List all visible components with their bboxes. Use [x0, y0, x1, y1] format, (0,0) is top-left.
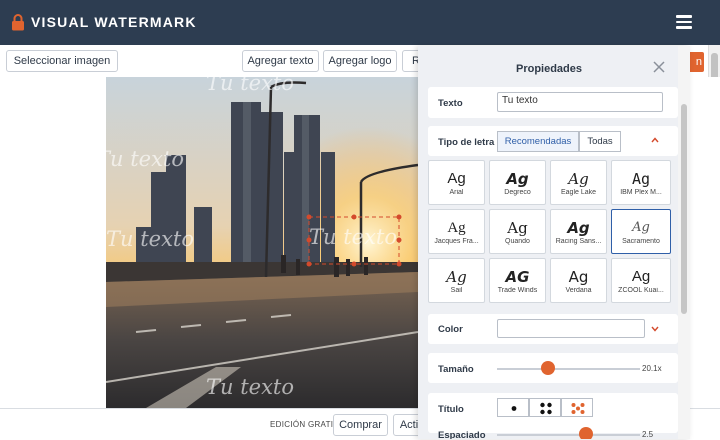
watermark-text[interactable]: Tu texto — [206, 375, 294, 399]
font-sample: Ag — [447, 220, 466, 236]
font-name: Verdana — [565, 287, 592, 294]
font-option-eagle-lake[interactable]: Ag Eagle Lake — [550, 160, 607, 205]
chevron-up-icon[interactable] — [651, 137, 659, 143]
chevron-down-icon[interactable] — [651, 326, 659, 332]
font-name: Sail — [450, 287, 463, 294]
four-dots-icon — [540, 402, 552, 415]
close-icon[interactable] — [652, 60, 666, 74]
watermark-text[interactable]: Tu texto — [106, 227, 194, 251]
font-grid: Ag Arial Ag Degreco Ag Eagle Lake Ag IBM… — [428, 160, 678, 308]
single-dot-button[interactable] — [497, 398, 529, 417]
menu-icon[interactable] — [676, 15, 692, 29]
font-name: Racing Sans... — [555, 238, 602, 245]
properties-panel: Propiedades Texto Tu texto Tipo de letra… — [418, 46, 690, 439]
size-slider-thumb[interactable] — [541, 361, 556, 375]
font-name: Eagle Lake — [560, 189, 597, 196]
title-card: Título Espaciado 2.5 — [428, 393, 678, 439]
panel-header: Propiedades — [418, 46, 690, 90]
spacing-value: 2.5 — [642, 430, 654, 439]
font-sample: Ag — [632, 220, 650, 235]
buy-button[interactable]: Comprar — [333, 414, 388, 436]
font-name: IBM Plex M... — [620, 189, 662, 196]
scatter-dots-button[interactable] — [561, 398, 593, 417]
font-sample: Ag — [631, 170, 651, 188]
font-option-sacramento[interactable]: Ag Sacramento — [611, 209, 671, 254]
font-card: Tipo de letra Recomendadas Todas — [428, 126, 678, 156]
color-label: Color — [438, 324, 463, 335]
font-name: Jacques Fra... — [434, 238, 479, 245]
font-label: Tipo de letra — [438, 137, 495, 148]
watermark-text[interactable]: Tu texto — [206, 77, 294, 95]
font-option-sail[interactable]: Ag Sail — [428, 258, 485, 303]
photo-preview: Tu texto Tu texto Tu texto Tu texto Tu t… — [106, 77, 418, 408]
color-field[interactable] — [497, 319, 645, 338]
font-option-zcool[interactable]: Ag ZCOOL Kuai... — [611, 258, 671, 303]
title-label: Título — [438, 404, 464, 415]
brand-name: VISUAL WATERMARK — [31, 14, 197, 30]
font-name: Quando — [505, 238, 530, 245]
size-label: Tamaño — [438, 364, 474, 375]
watermark-text[interactable]: Tu texto — [106, 147, 184, 171]
spacing-slider-thumb[interactable] — [578, 427, 593, 439]
font-option-racing-sans[interactable]: Ag Racing Sans... — [550, 209, 607, 254]
select-image-button[interactable]: Seleccionar imagen — [6, 50, 118, 72]
font-name: Sacramento — [622, 238, 660, 245]
scatter-dots-icon — [571, 403, 585, 414]
watermark-text[interactable]: Tu texto — [309, 225, 397, 249]
color-card: Color — [428, 314, 678, 344]
font-option-degreco[interactable]: Ag Degreco — [489, 160, 546, 205]
tab-all[interactable]: Todas — [579, 131, 621, 152]
font-name: Trade Winds — [497, 287, 538, 294]
size-slider-track[interactable] — [497, 368, 640, 370]
font-option-trade-winds[interactable]: AG Trade Winds — [489, 258, 546, 303]
top-bar: VISUAL WATERMARK — [0, 0, 720, 45]
single-dot-icon — [511, 406, 517, 411]
font-name: Degreco — [504, 189, 531, 196]
text-card: Texto Tu texto — [428, 87, 678, 118]
font-sample: Ag — [568, 268, 589, 286]
font-sample: Ag — [507, 219, 528, 237]
lock-logo-icon — [12, 14, 24, 31]
font-name: Arial — [449, 189, 464, 196]
add-text-button[interactable]: Agregar texto — [242, 50, 319, 72]
font-sample: Ag — [568, 170, 589, 188]
font-option-jacques[interactable]: Ag Jacques Fra... — [428, 209, 485, 254]
size-card: Tamaño 20.1x — [428, 353, 678, 383]
spacing-slider-track[interactable] — [497, 434, 640, 436]
edition-label: EDICIÓN GRATIS — [270, 420, 339, 429]
font-name: ZCOOL Kuai... — [618, 287, 664, 294]
spacing-label: Espaciado — [438, 430, 486, 439]
grid-dots-button[interactable] — [529, 398, 561, 417]
font-sample: Ag — [506, 170, 529, 188]
font-option-verdana[interactable]: Ag Verdana — [550, 258, 607, 303]
font-option-quando[interactable]: Ag Quando — [489, 209, 546, 254]
panel-scrollbar[interactable] — [678, 46, 690, 439]
tab-recommended[interactable]: Recomendadas — [497, 131, 579, 152]
add-logo-button[interactable]: Agregar logo — [323, 50, 397, 72]
font-option-ibm-plex[interactable]: Ag IBM Plex M... — [611, 160, 671, 205]
font-sample: Ag — [447, 170, 466, 187]
watermark-text-input[interactable]: Tu texto — [497, 92, 663, 112]
text-label: Texto — [438, 98, 463, 109]
font-sample: AG — [505, 268, 530, 286]
font-sample: Ag — [567, 219, 590, 237]
panel-title: Propiedades — [515, 63, 583, 75]
font-option-arial[interactable]: Ag Arial — [428, 160, 485, 205]
size-value: 20.1x — [642, 364, 662, 373]
font-sample: Ag — [446, 268, 467, 286]
font-sample: Ag — [631, 268, 651, 285]
